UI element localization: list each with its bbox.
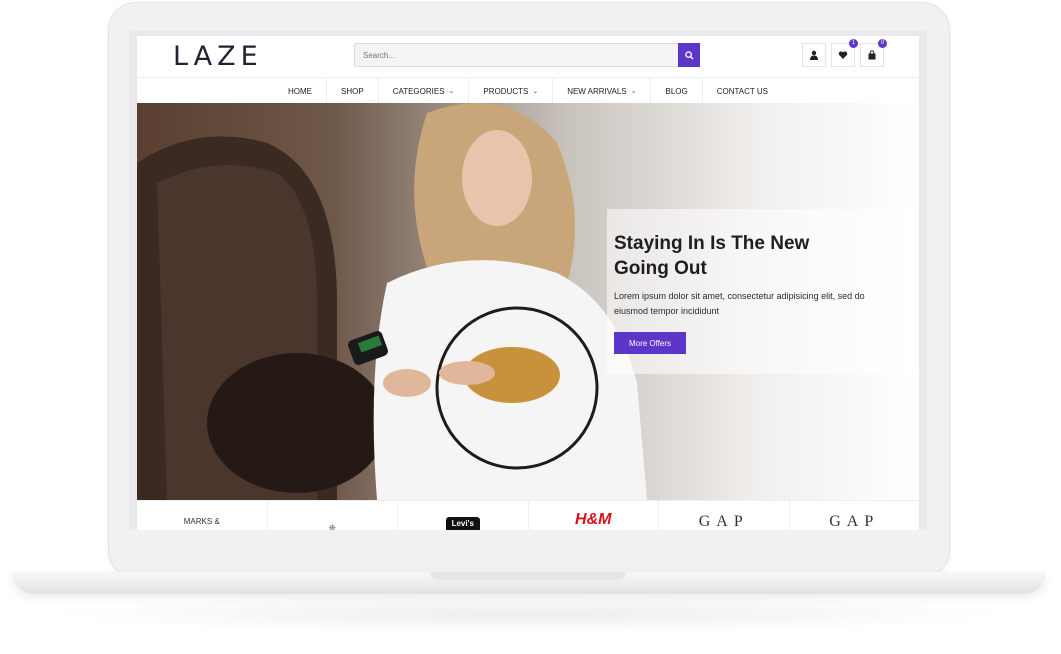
crest-logo-icon: ❈: [328, 523, 337, 530]
brand-hm[interactable]: H&M: [529, 501, 659, 530]
search-box: [354, 43, 680, 67]
nav-item-categories[interactable]: CATEGORIES ⌄: [379, 78, 470, 104]
nav-item-products[interactable]: PRODUCTS ⌄: [469, 78, 554, 104]
wishlist-count-badge: 1: [849, 39, 858, 48]
nav-item-label: BLOG: [665, 86, 688, 96]
hero-title: Staying In Is The New Going Out: [614, 233, 810, 279]
search-input[interactable]: [355, 49, 665, 61]
nav-item-label: SHOP: [341, 86, 364, 96]
chevron-down-icon: ⌄: [630, 88, 637, 95]
website-screen: LAZE 1 0: [137, 36, 919, 530]
nav-item-new-arrivals[interactable]: NEW ARRIVALS ⌄: [553, 78, 652, 104]
nav-item-label: NEW ARRIVALS: [567, 86, 627, 96]
nav-item-label: CATEGORIES: [392, 86, 445, 96]
brand-marks-spencer[interactable]: MARKS &: [137, 501, 268, 530]
brand-gap-2[interactable]: GAP: [790, 501, 920, 530]
brand-label: MARKS &: [183, 517, 220, 526]
nav-item-blog[interactable]: BLOG: [651, 78, 703, 104]
cart-button[interactable]: 0: [860, 39, 887, 67]
wishlist-button[interactable]: 1: [831, 39, 858, 67]
nav-item-home[interactable]: HOME: [274, 78, 328, 104]
brand-levis[interactable]: Levi's: [398, 501, 529, 530]
site-logo[interactable]: LAZE: [173, 41, 263, 72]
nav-item-contact-us[interactable]: CONTACT US: [703, 78, 782, 104]
shopping-bag-icon: [868, 50, 876, 60]
nav-item-label: CONTACT US: [716, 86, 768, 96]
cart-count-badge: 0: [878, 39, 887, 48]
brand-label: GAP: [698, 513, 749, 530]
brand-label: GAP: [829, 513, 880, 530]
brand-label: Levi's: [445, 517, 480, 530]
main-navigation: HOME SHOP CATEGORIES ⌄ PRODUCTS ⌄ NEW ARRI…: [137, 77, 919, 105]
brand-gap[interactable]: GAP: [659, 501, 790, 530]
chevron-down-icon: ⌄: [532, 88, 539, 95]
hero-description: Lorem ipsum dolor sit amet, consectetur …: [614, 291, 865, 316]
brand-strip: MARKS & ❈ Levi's H&M GAP GAP: [137, 500, 919, 530]
nav-item-label: PRODUCTS: [483, 86, 529, 96]
floor-shadow: [40, 594, 1020, 634]
more-offers-button[interactable]: More Offers: [614, 332, 686, 354]
search-button[interactable]: [678, 43, 700, 67]
user-icon: [810, 50, 818, 60]
heart-icon: [838, 51, 848, 59]
site-header: LAZE 1 0: [137, 36, 919, 77]
brand-crest[interactable]: ❈: [268, 501, 398, 530]
laptop-base-notch: [430, 572, 626, 580]
hero-banner: Staying In Is The New Going Out Lorem ip…: [137, 103, 919, 500]
account-button[interactable]: [802, 43, 826, 67]
nav-item-label: HOME: [288, 86, 313, 96]
nav-item-shop[interactable]: SHOP: [327, 78, 379, 104]
search-icon: [684, 50, 694, 60]
brand-label: H&M: [575, 511, 612, 528]
chevron-down-icon: ⌄: [448, 88, 455, 95]
